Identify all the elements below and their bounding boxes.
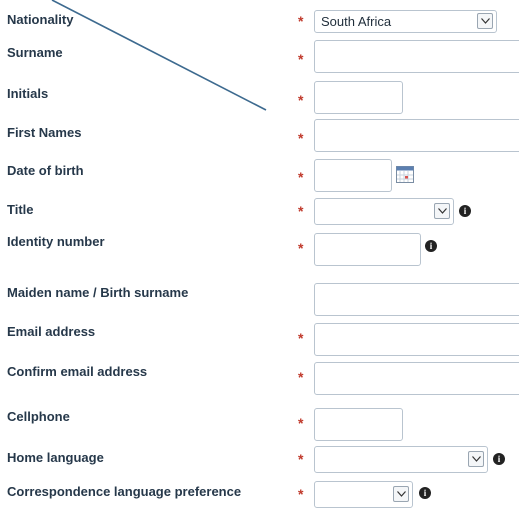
email-input[interactable] <box>314 323 519 356</box>
identity-number-label: Identity number <box>7 234 105 249</box>
correspondence-language-label: Correspondence language preference <box>7 484 242 499</box>
title-select[interactable] <box>314 198 454 225</box>
initials-label: Initials <box>7 86 49 101</box>
nationality-label: Nationality <box>7 12 74 27</box>
chevron-down-icon[interactable] <box>434 203 450 219</box>
confirm-email-label: Confirm email address <box>7 364 148 379</box>
confirm-email-required-mark: * <box>298 369 304 385</box>
info-icon[interactable]: i <box>459 205 471 217</box>
calendar-icon[interactable] <box>396 166 414 188</box>
chevron-down-icon[interactable] <box>468 451 484 467</box>
surname-input[interactable] <box>314 40 519 73</box>
identity-number-required-mark: * <box>298 240 304 256</box>
title-label: Title <box>7 202 34 217</box>
initials-input[interactable] <box>314 81 403 114</box>
email-required-mark: * <box>298 330 304 346</box>
cellphone-required-mark: * <box>298 415 304 431</box>
annotation-line <box>51 0 267 111</box>
maiden-name-label: Maiden name / Birth surname <box>7 285 189 300</box>
cellphone-input[interactable] <box>314 408 403 441</box>
nationality-select[interactable]: South Africa <box>314 10 497 33</box>
date-of-birth-label: Date of birth <box>7 163 84 178</box>
home-language-select[interactable] <box>314 446 488 473</box>
identity-number-input[interactable] <box>314 233 421 266</box>
info-icon[interactable]: i <box>493 453 505 465</box>
maiden-name-input[interactable] <box>314 283 519 316</box>
title-required-mark: * <box>298 203 304 219</box>
surname-label: Surname <box>7 45 63 60</box>
email-label: Email address <box>7 324 96 339</box>
date-of-birth-input[interactable] <box>314 159 392 192</box>
info-icon[interactable]: i <box>419 487 431 499</box>
first-names-required-mark: * <box>298 130 304 146</box>
date-of-birth-required-mark: * <box>298 169 304 185</box>
home-language-label: Home language <box>7 450 104 465</box>
info-icon[interactable]: i <box>425 240 437 252</box>
home-language-required-mark: * <box>298 451 304 467</box>
confirm-email-input[interactable] <box>314 362 519 395</box>
cellphone-label: Cellphone <box>7 409 70 424</box>
nationality-required-mark: * <box>298 13 304 29</box>
initials-required-mark: * <box>298 92 304 108</box>
correspondence-language-required-mark: * <box>298 486 304 502</box>
nationality-selected-value: South Africa <box>321 14 392 29</box>
first-names-input[interactable] <box>314 119 519 152</box>
first-names-label: First Names <box>7 125 82 140</box>
surname-required-mark: * <box>298 51 304 67</box>
chevron-down-icon[interactable] <box>393 486 409 502</box>
chevron-down-icon[interactable] <box>477 13 493 29</box>
